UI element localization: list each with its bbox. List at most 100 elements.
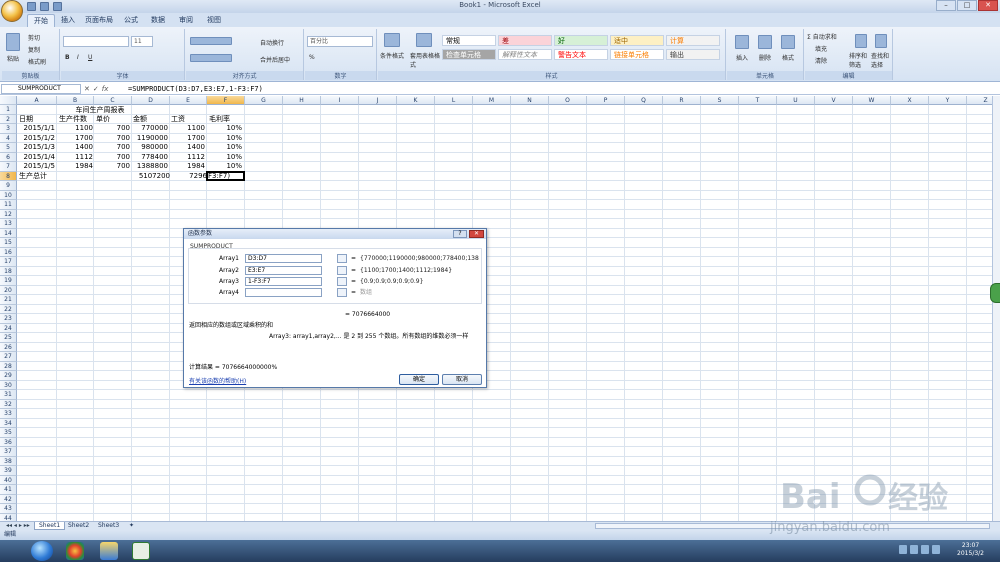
- underline-icon[interactable]: U: [88, 54, 92, 61]
- column-header-b[interactable]: B: [57, 96, 94, 105]
- cell-date[interactable]: 2015/1/5: [19, 162, 57, 171]
- column-header-g[interactable]: G: [245, 96, 283, 105]
- tab-insert[interactable]: 插入: [57, 14, 79, 27]
- cell-date[interactable]: 2015/1/1: [19, 124, 57, 133]
- cell-wage[interactable]: 1400: [170, 143, 207, 152]
- column-header-s[interactable]: S: [701, 96, 739, 105]
- volume-icon[interactable]: [932, 545, 940, 554]
- cell-unit-price[interactable]: 700: [95, 162, 132, 171]
- ok-button[interactable]: 确定: [399, 374, 439, 385]
- formula-input[interactable]: =SUMPRODUCT(D3:D7,E3:E7,1-F3:F7): [128, 84, 990, 94]
- delete-cells-icon[interactable]: [758, 35, 772, 49]
- find-select-icon[interactable]: [875, 34, 887, 48]
- conditional-format-button[interactable]: 条件格式: [380, 51, 404, 60]
- column-header-y[interactable]: Y: [929, 96, 967, 105]
- enter-icon[interactable]: ✓: [93, 84, 99, 94]
- row-header-18[interactable]: 18: [0, 266, 17, 276]
- style-bad[interactable]: 差: [498, 35, 552, 46]
- paste-button[interactable]: 粘贴: [7, 54, 19, 63]
- row-header-17[interactable]: 17: [0, 257, 17, 267]
- row-header-16[interactable]: 16: [0, 247, 17, 257]
- row-header-36[interactable]: 36: [0, 437, 17, 447]
- row-header-30[interactable]: 30: [0, 380, 17, 390]
- cell-amount[interactable]: 1388800: [132, 162, 170, 171]
- row-header-33[interactable]: 33: [0, 409, 17, 419]
- total-label[interactable]: 生产总计: [19, 172, 47, 181]
- row-header-37[interactable]: 37: [0, 447, 17, 457]
- font-size-select[interactable]: 11: [131, 36, 153, 47]
- column-header-v[interactable]: V: [815, 96, 853, 105]
- column-header-l[interactable]: L: [435, 96, 473, 105]
- style-output[interactable]: 输出: [666, 49, 720, 60]
- row-header-34[interactable]: 34: [0, 418, 17, 428]
- bold-icon[interactable]: B: [65, 54, 70, 61]
- row-header-9[interactable]: 9: [0, 181, 17, 191]
- cell-margin[interactable]: 10%: [207, 153, 244, 162]
- minimize-button[interactable]: –: [936, 0, 956, 11]
- cell-wage[interactable]: 1100: [170, 124, 207, 133]
- sort-filter-button[interactable]: 排序和筛选: [849, 51, 871, 69]
- new-sheet-icon[interactable]: ✦: [125, 522, 138, 530]
- row-header-44[interactable]: 44: [0, 513, 17, 521]
- wrap-text-button[interactable]: 自动换行: [260, 38, 284, 47]
- italic-icon[interactable]: I: [77, 54, 79, 61]
- tray-icon-2[interactable]: [910, 545, 918, 554]
- style-good[interactable]: 好: [554, 35, 608, 46]
- side-float-button[interactable]: [990, 283, 1000, 303]
- column-header-k[interactable]: K: [397, 96, 435, 105]
- vertical-scrollbar[interactable]: [992, 96, 1000, 521]
- row-header-10[interactable]: 10: [0, 190, 17, 200]
- chrome-icon[interactable]: [66, 542, 84, 560]
- row-header-8[interactable]: 8: [0, 171, 17, 181]
- font-name-select[interactable]: [63, 36, 129, 47]
- column-header-u[interactable]: U: [777, 96, 815, 105]
- name-box[interactable]: SUMPRODUCT: [1, 84, 81, 94]
- column-header-z[interactable]: Z: [967, 96, 992, 105]
- tab-page-layout[interactable]: 页面布局: [82, 14, 116, 27]
- row-header-28[interactable]: 28: [0, 361, 17, 371]
- column-header-f[interactable]: F: [207, 96, 245, 105]
- report-title[interactable]: 车间生产周报表: [60, 106, 140, 115]
- cell-quantity[interactable]: 1400: [57, 143, 95, 152]
- paste-icon[interactable]: [6, 33, 20, 51]
- cell-wage[interactable]: 1700: [170, 134, 207, 143]
- cell-date[interactable]: 2015/1/3: [19, 143, 57, 152]
- column-header-m[interactable]: M: [473, 96, 511, 105]
- cell-amount[interactable]: 770000: [132, 124, 170, 133]
- column-header-d[interactable]: D: [132, 96, 170, 105]
- merge-center-button[interactable]: 合并后居中: [260, 55, 290, 64]
- align-icons[interactable]: [190, 37, 232, 45]
- active-cell[interactable]: F3:F7): [206, 171, 245, 181]
- cell-quantity[interactable]: 1100: [57, 124, 95, 133]
- row-header-3[interactable]: 3: [0, 124, 17, 134]
- total-amount[interactable]: 5107200: [133, 172, 170, 181]
- style-neutral[interactable]: 适中: [610, 35, 664, 46]
- row-header-6[interactable]: 6: [0, 152, 17, 162]
- style-warning[interactable]: 警告文本: [554, 49, 608, 60]
- autosum-button[interactable]: Σ 自动求和: [807, 32, 837, 41]
- arg3-collapse-icon[interactable]: [337, 277, 347, 286]
- row-header-42[interactable]: 42: [0, 494, 17, 504]
- row-header-31[interactable]: 31: [0, 390, 17, 400]
- arg4-input[interactable]: [245, 288, 322, 297]
- clear-button[interactable]: 清除: [815, 56, 827, 65]
- row-header-27[interactable]: 27: [0, 352, 17, 362]
- column-header-j[interactable]: J: [359, 96, 397, 105]
- row-header-39[interactable]: 39: [0, 466, 17, 476]
- row-header-1[interactable]: 1: [0, 105, 17, 115]
- row-header-11[interactable]: 11: [0, 200, 17, 210]
- cell-date[interactable]: 2015/1/4: [19, 153, 57, 162]
- row-header-4[interactable]: 4: [0, 133, 17, 143]
- cell-amount[interactable]: 980000: [132, 143, 170, 152]
- row-header-14[interactable]: 14: [0, 228, 17, 238]
- tab-home[interactable]: 开始: [27, 14, 55, 27]
- cell-margin[interactable]: 10%: [207, 162, 244, 171]
- cell-unit-price[interactable]: 700: [95, 124, 132, 133]
- column-header-r[interactable]: R: [663, 96, 701, 105]
- row-header-22[interactable]: 22: [0, 304, 17, 314]
- cancel-button[interactable]: 取消: [442, 374, 482, 385]
- row-header-5[interactable]: 5: [0, 143, 17, 153]
- row-header-41[interactable]: 41: [0, 485, 17, 495]
- cell-wage[interactable]: 1112: [170, 153, 207, 162]
- row-header-23[interactable]: 23: [0, 314, 17, 324]
